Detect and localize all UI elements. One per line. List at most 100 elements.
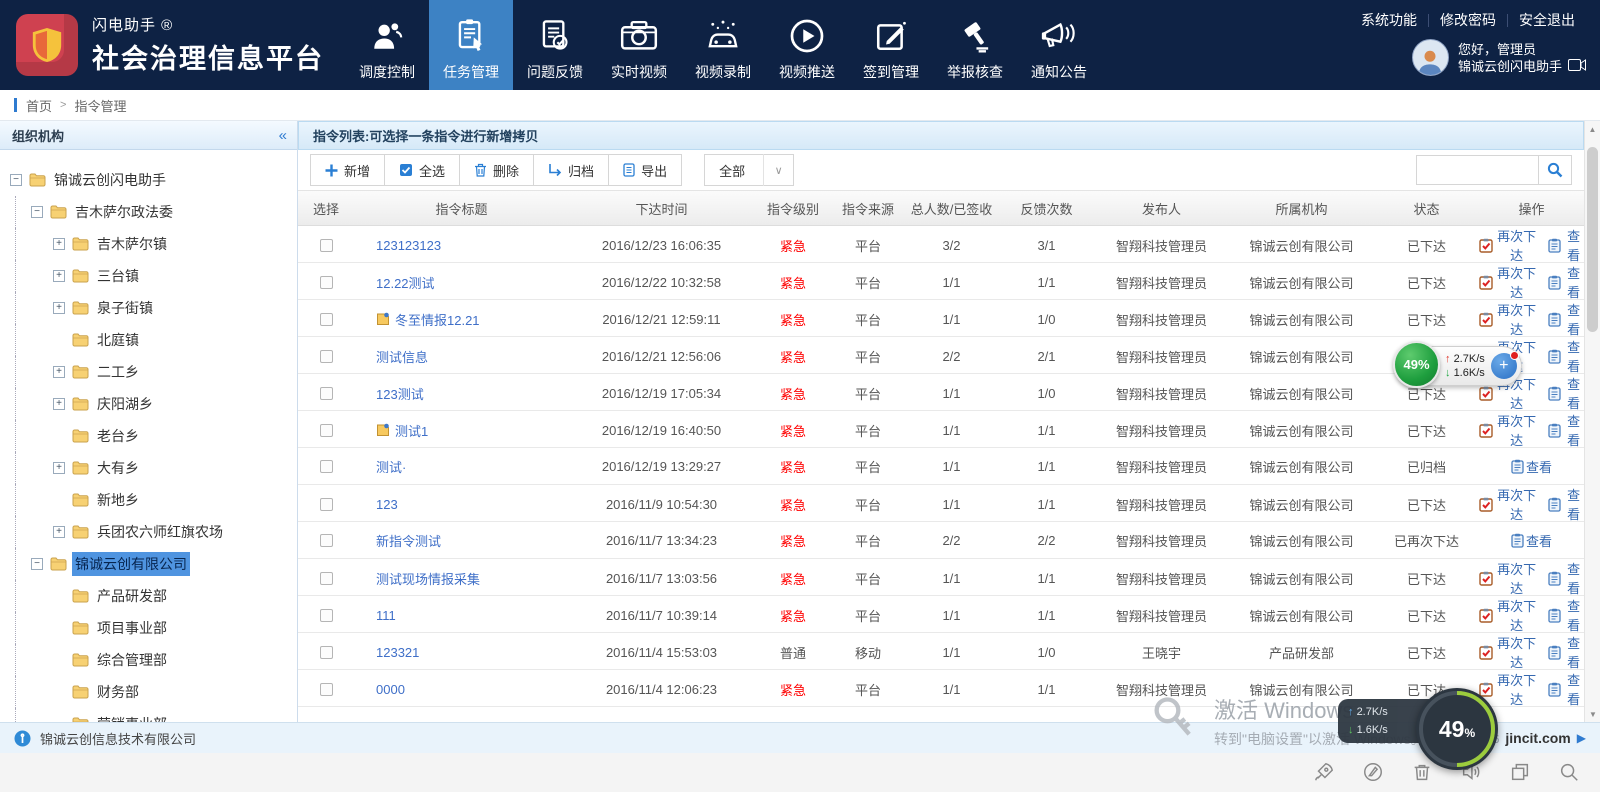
archive-button[interactable]: 归档 xyxy=(533,154,608,186)
row-checkbox[interactable] xyxy=(320,498,333,511)
tree-node-label[interactable]: 吉木萨尔政法委 xyxy=(72,200,176,224)
search-input[interactable] xyxy=(1416,155,1538,185)
net-widget-add-button[interactable]: + xyxy=(1491,353,1517,379)
tree-node-label[interactable]: 庆阳湖乡 xyxy=(94,392,156,416)
command-title-link[interactable]: 新指令测试 xyxy=(376,531,441,550)
redispatch-link[interactable]: 再次下达 xyxy=(1479,559,1538,597)
scroll-up-arrow[interactable]: ▲ xyxy=(1585,121,1600,137)
add-button[interactable]: 新增 xyxy=(310,154,384,186)
view-link[interactable]: 查看 xyxy=(1548,485,1584,523)
tree-node-label[interactable]: 吉木萨尔镇 xyxy=(94,232,170,256)
view-link[interactable]: 查看 xyxy=(1548,596,1584,634)
row-checkbox[interactable] xyxy=(320,276,333,289)
row-checkbox[interactable] xyxy=(320,572,333,585)
export-button[interactable]: 导出 xyxy=(608,154,682,186)
redispatch-link[interactable]: 再次下达 xyxy=(1479,411,1538,449)
tree-node-label[interactable]: 北庭镇 xyxy=(94,328,142,352)
tree-node-label[interactable]: 产品研发部 xyxy=(94,584,170,608)
view-link[interactable]: 查看 xyxy=(1548,633,1584,671)
nav-item-gavel[interactable]: 举报核查 xyxy=(933,0,1017,90)
redispatch-link[interactable]: 再次下达 xyxy=(1479,633,1538,671)
command-title-link[interactable]: 测试1 xyxy=(395,421,428,440)
tree-node-label[interactable]: 三台镇 xyxy=(94,264,142,288)
command-title-link[interactable]: 123123123 xyxy=(376,238,441,253)
status-filter-dropdown[interactable]: 全部 ∨ xyxy=(704,154,794,186)
command-title-link[interactable]: 12.22测试 xyxy=(376,273,435,292)
redispatch-link[interactable]: 再次下达 xyxy=(1479,596,1538,634)
top-link[interactable]: 安全退出 xyxy=(1508,10,1586,30)
minus-expander-icon[interactable]: − xyxy=(10,174,22,186)
view-link[interactable]: 查看 xyxy=(1548,559,1584,597)
tree-node-label[interactable]: 泉子街镇 xyxy=(94,296,156,320)
view-link[interactable]: 查看 xyxy=(1548,411,1584,449)
command-title-link[interactable]: 测试· xyxy=(376,457,406,476)
tree-node-label[interactable]: 新地乡 xyxy=(94,488,142,512)
tree-node-label[interactable]: 锦诚云创闪电助手 xyxy=(51,168,169,192)
row-checkbox[interactable] xyxy=(320,239,333,252)
footer-expand-icon[interactable]: ▶ xyxy=(1577,731,1586,745)
nav-item-edit-square[interactable]: 签到管理 xyxy=(849,0,933,90)
view-link[interactable]: 查看 xyxy=(1548,374,1584,412)
redispatch-link[interactable]: 再次下达 xyxy=(1479,263,1538,301)
view-link[interactable]: 查看 xyxy=(1548,263,1584,301)
row-checkbox[interactable] xyxy=(320,350,333,363)
plus-expander-icon[interactable]: + xyxy=(53,238,65,250)
row-checkbox[interactable] xyxy=(320,387,333,400)
vertical-scrollbar[interactable]: ▲ ▼ xyxy=(1584,121,1600,722)
top-link[interactable]: 系统功能 xyxy=(1350,10,1428,30)
nav-item-people[interactable]: 调度控制 xyxy=(345,0,429,90)
rocket-icon[interactable] xyxy=(1313,761,1335,788)
footer-domain[interactable]: jincit.com xyxy=(1505,730,1570,746)
command-title-link[interactable]: 111 xyxy=(376,608,396,623)
row-checkbox[interactable] xyxy=(320,683,333,696)
tree-node-label[interactable]: 老台乡 xyxy=(94,424,142,448)
tree-node-label[interactable]: 兵团农六师红旗农场 xyxy=(94,520,226,544)
plus-expander-icon[interactable]: + xyxy=(53,462,65,474)
tree-node-label[interactable]: 二工乡 xyxy=(94,360,142,384)
scrollbar-thumb[interactable] xyxy=(1587,147,1598,332)
plus-expander-icon[interactable]: + xyxy=(53,302,65,314)
scroll-down-arrow[interactable]: ▼ xyxy=(1585,706,1600,722)
view-link[interactable]: 查看 xyxy=(1511,457,1552,476)
select-all-button[interactable]: 全选 xyxy=(384,154,459,186)
plus-expander-icon[interactable]: + xyxy=(53,270,65,282)
plus-expander-icon[interactable]: + xyxy=(53,526,65,538)
row-checkbox[interactable] xyxy=(320,534,333,547)
redispatch-link[interactable]: 再次下达 xyxy=(1479,226,1538,264)
command-title-link[interactable]: 冬至情报12.21 xyxy=(395,310,480,329)
search-button[interactable] xyxy=(1538,155,1572,185)
command-title-link[interactable]: 0000 xyxy=(376,682,405,697)
view-link[interactable]: 查看 xyxy=(1548,670,1584,708)
row-checkbox[interactable] xyxy=(320,646,333,659)
nav-item-camera[interactable]: 实时视频 xyxy=(597,0,681,90)
nav-item-megaphone[interactable]: 通知公告 xyxy=(1017,0,1101,90)
restore-window-icon[interactable] xyxy=(1509,761,1531,788)
video-camera-icon[interactable] xyxy=(1568,58,1586,75)
view-link[interactable]: 查看 xyxy=(1511,531,1552,550)
nav-item-play-circle[interactable]: 视频推送 xyxy=(765,0,849,90)
delete-button[interactable]: 删除 xyxy=(459,154,533,186)
row-checkbox[interactable] xyxy=(320,460,333,473)
plus-expander-icon[interactable]: + xyxy=(53,366,65,378)
nav-item-clipboard-hand[interactable]: 任务管理 xyxy=(429,0,513,90)
tree-node-label[interactable]: 锦诚云创有限公司 xyxy=(72,552,190,576)
top-link[interactable]: 修改密码 xyxy=(1429,10,1507,30)
command-title-link[interactable]: 123321 xyxy=(376,645,419,660)
view-link[interactable]: 查看 xyxy=(1548,300,1584,338)
view-link[interactable]: 查看 xyxy=(1548,337,1584,375)
tree-node-label[interactable]: 项目事业部 xyxy=(94,616,170,640)
avatar[interactable] xyxy=(1412,39,1449,76)
nav-item-car[interactable]: 视频录制 xyxy=(681,0,765,90)
magnifier-icon[interactable] xyxy=(1558,761,1580,788)
redispatch-link[interactable]: 再次下达 xyxy=(1479,300,1538,338)
nav-item-doc-check[interactable]: 问题反馈 xyxy=(513,0,597,90)
tree-node-label[interactable]: 财务部 xyxy=(94,680,142,704)
command-title-link[interactable]: 123 xyxy=(376,497,398,512)
breadcrumb-home[interactable]: 首页 xyxy=(26,96,52,115)
memory-usage-circle[interactable]: 49% xyxy=(1416,688,1498,770)
row-checkbox[interactable] xyxy=(320,424,333,437)
command-title-link[interactable]: 测试现场情报采集 xyxy=(376,569,480,588)
row-checkbox[interactable] xyxy=(320,609,333,622)
net-speed-widget[interactable]: 49% ↑ 2.7K/s ↓ 1.6K/s + xyxy=(1396,346,1522,386)
sidebar-collapse-icon[interactable]: « xyxy=(279,127,287,144)
